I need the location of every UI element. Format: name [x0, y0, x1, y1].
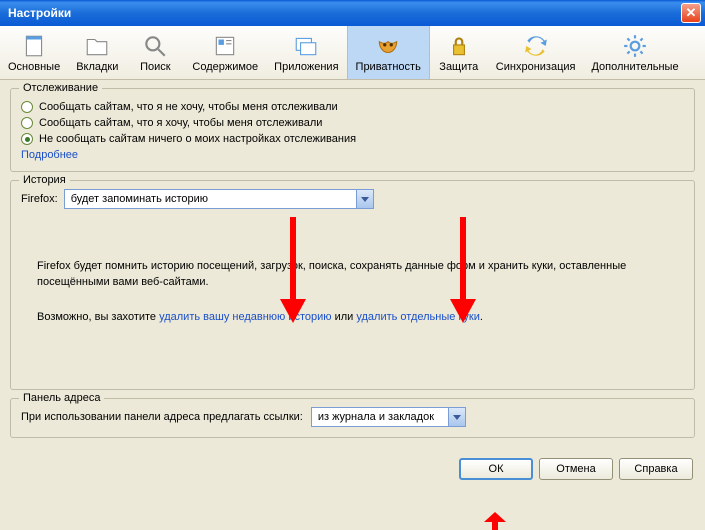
dialog-buttons: ОК Отмена Справка [0, 454, 705, 488]
annotation-arrow-icon [478, 512, 518, 530]
tab-content[interactable]: Содержимое [184, 26, 266, 79]
mask-icon [375, 33, 401, 59]
history-suffix: . [480, 311, 483, 323]
tab-label: Приложения [274, 61, 338, 73]
history-links-row: Возможно, вы захотите удалить вашу недав… [37, 311, 684, 323]
help-button[interactable]: Справка [619, 458, 693, 480]
content-area: Отслеживание Сообщать сайтам, что я не х… [0, 80, 705, 454]
chevron-down-icon[interactable] [356, 190, 373, 208]
radio-label: Сообщать сайтам, что я не хочу, чтобы ме… [39, 101, 338, 113]
history-legend: История [19, 174, 70, 186]
history-prefix: Firefox: [21, 193, 58, 205]
tracking-option-donottrack[interactable]: Сообщать сайтам, что я не хочу, чтобы ме… [21, 101, 684, 113]
tab-advanced[interactable]: Дополнительные [583, 26, 686, 79]
tab-privacy[interactable]: Приватность [347, 26, 430, 79]
clear-history-link[interactable]: удалить вашу недавнюю историю [159, 311, 331, 323]
content-icon [212, 33, 238, 59]
addressbar-suggest-combo[interactable]: из журнала и закладок [311, 407, 466, 427]
tracking-fieldset: Отслеживание Сообщать сайтам, что я не х… [10, 88, 695, 172]
chevron-down-icon[interactable] [448, 408, 465, 426]
page-icon [21, 33, 47, 59]
tab-label: Содержимое [192, 61, 258, 73]
addressbar-legend: Панель адреса [19, 392, 104, 404]
tab-security[interactable]: Защита [430, 26, 488, 79]
window-title: Настройки [8, 6, 71, 20]
history-fieldset: История Firefox: будет запоминать истори… [10, 180, 695, 390]
history-maybe-text: Возможно, вы захотите [37, 311, 159, 323]
tab-label: Поиск [140, 61, 170, 73]
tab-label: Основные [8, 61, 60, 73]
titlebar: Настройки ✕ [0, 0, 705, 26]
applications-icon [293, 33, 319, 59]
tracking-legend: Отслеживание [19, 82, 102, 94]
history-mode-combo[interactable]: будет запоминать историю [64, 189, 374, 209]
clear-cookies-link[interactable]: удалить отдельные куки [356, 311, 479, 323]
cancel-button[interactable]: Отмена [539, 458, 613, 480]
tab-sync[interactable]: Синхронизация [488, 26, 584, 79]
tab-label: Вкладки [76, 61, 118, 73]
combo-value: из журнала и закладок [312, 411, 440, 423]
tab-label: Защита [439, 61, 478, 73]
tracking-option-track[interactable]: Сообщать сайтам, что я хочу, чтобы меня … [21, 117, 684, 129]
radio-icon[interactable] [21, 133, 33, 145]
radio-label: Не сообщать сайтам ничего о моих настрой… [39, 133, 356, 145]
lock-icon [446, 33, 472, 59]
close-button[interactable]: ✕ [681, 3, 701, 23]
radio-label: Сообщать сайтам, что я хочу, чтобы меня … [39, 117, 322, 129]
sync-icon [523, 33, 549, 59]
folder-icon [84, 33, 110, 59]
ok-button[interactable]: ОК [459, 458, 533, 480]
tab-general[interactable]: Основные [0, 26, 68, 79]
tab-label: Приватность [356, 61, 421, 73]
addressbar-fieldset: Панель адреса При использовании панели а… [10, 398, 695, 438]
gear-icon [622, 33, 648, 59]
combo-value: будет запоминать историю [65, 193, 214, 205]
tab-search[interactable]: Поиск [126, 26, 184, 79]
tab-label: Синхронизация [496, 61, 576, 73]
tab-applications[interactable]: Приложения [266, 26, 346, 79]
toolbar: Основные Вкладки Поиск Содержимое Прилож… [0, 26, 705, 80]
tracking-option-nopreference[interactable]: Не сообщать сайтам ничего о моих настрой… [21, 133, 684, 145]
tab-tabs[interactable]: Вкладки [68, 26, 126, 79]
tab-label: Дополнительные [591, 61, 678, 73]
tracking-more-link[interactable]: Подробнее [21, 149, 78, 161]
history-description: Firefox будет помнить историю посещений,… [37, 259, 684, 291]
addressbar-label: При использовании панели адреса предлага… [21, 411, 303, 423]
radio-icon[interactable] [21, 101, 33, 113]
radio-icon[interactable] [21, 117, 33, 129]
search-icon [142, 33, 168, 59]
history-or-text: или [332, 311, 357, 323]
